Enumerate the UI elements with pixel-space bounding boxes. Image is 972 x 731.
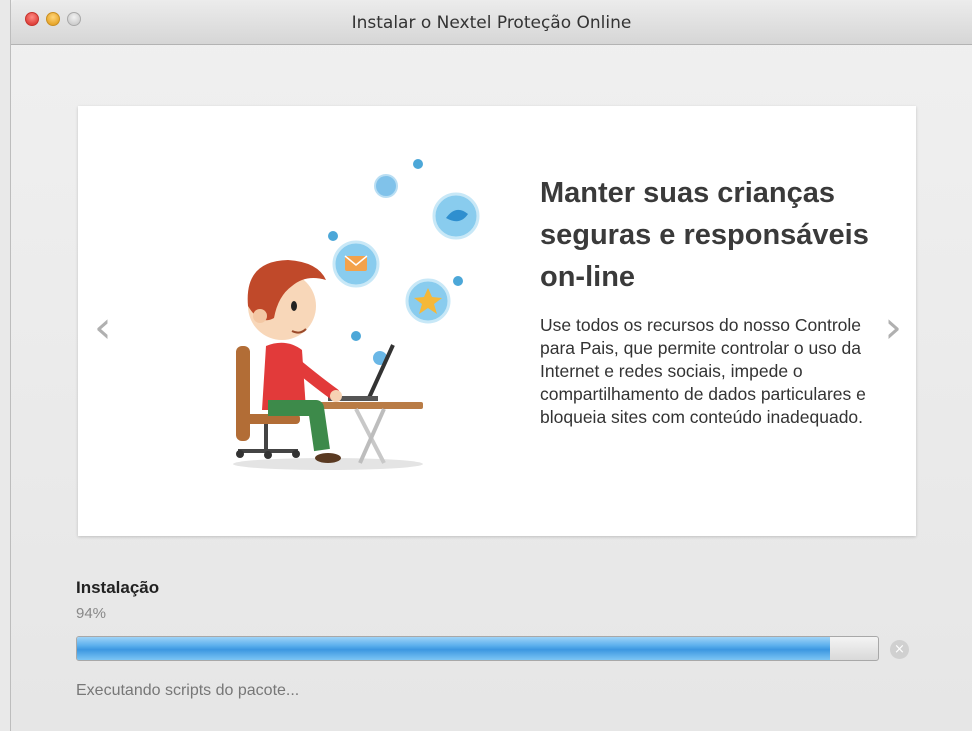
- window-title: Instalar o Nextel Proteção Online: [351, 13, 632, 33]
- title-bar[interactable]: Instalar o Nextel Proteção Online: [11, 0, 972, 45]
- installation-status-text: Executando scripts do pacote...: [76, 682, 300, 699]
- installation-label: Instalação: [76, 578, 160, 597]
- progress-percent: 94%: [76, 605, 107, 622]
- cancel-install-button[interactable]: ×: [890, 640, 909, 659]
- next-slide-button[interactable]: ›: [884, 306, 902, 350]
- child-at-laptop-illustration: [233, 159, 480, 470]
- slide-headline: Manter suas crianças seguras e responsáv…: [540, 177, 869, 293]
- installation-progress-bar: [76, 636, 879, 661]
- feature-slide-card: ‹ Manter suas crianças seguras e respons…: [78, 106, 916, 536]
- progress-bar-fill: [77, 637, 830, 660]
- previous-slide-button[interactable]: ‹: [94, 306, 112, 350]
- installer-window: Instalar o Nextel Proteção Online ‹ Mant…: [10, 0, 972, 731]
- slide-description: Use todos os recursos do nosso Controle …: [540, 315, 866, 427]
- social-bubbles-icon: [328, 159, 480, 365]
